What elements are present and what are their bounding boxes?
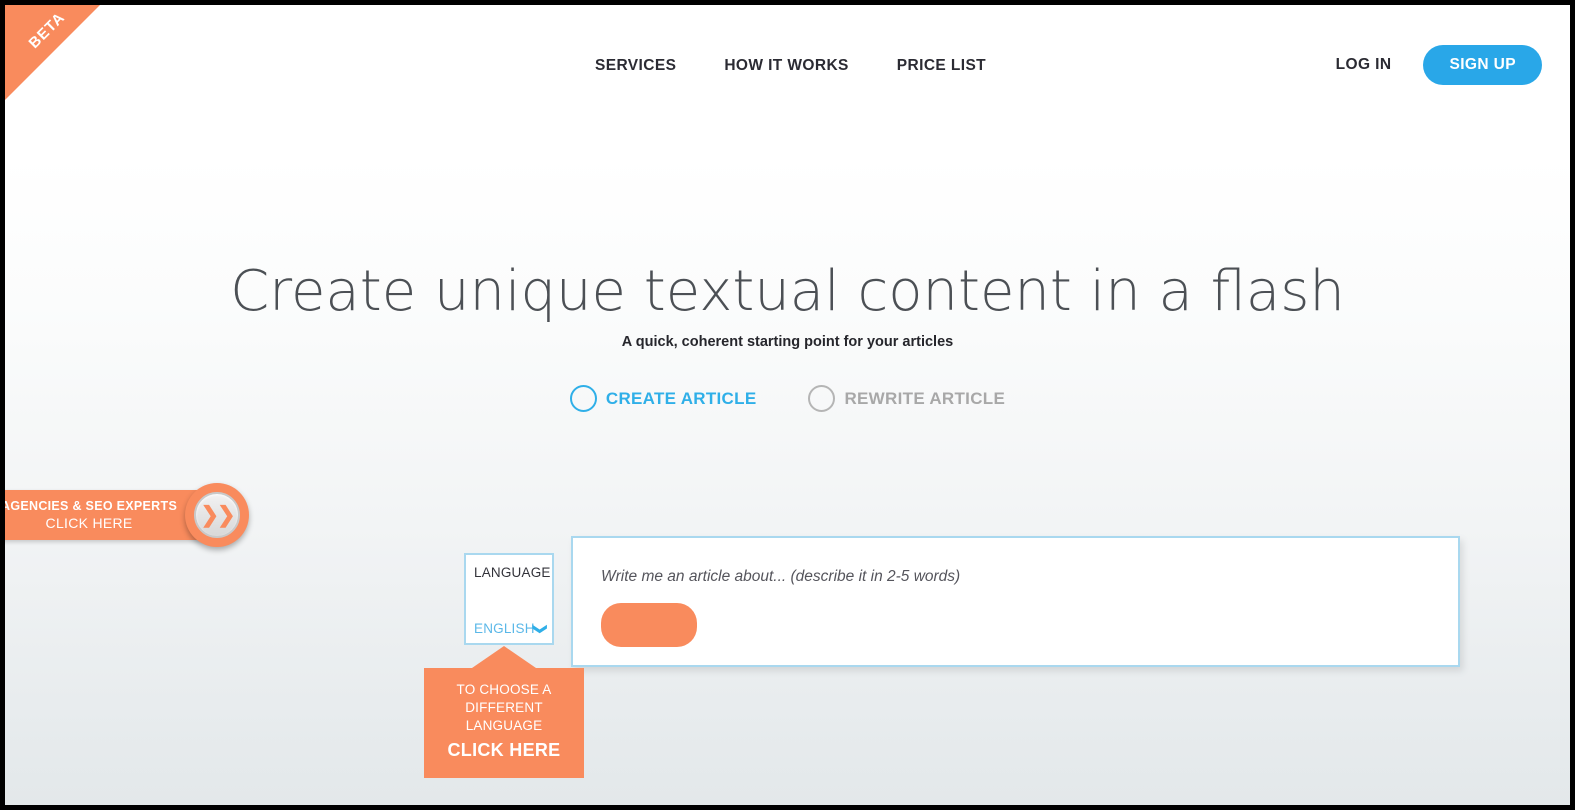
language-tooltip-line1: TO CHOOSE A [456,682,552,697]
language-dropdown[interactable]: ENGLISH ❯ [474,621,549,636]
site-header: SERVICES HOW IT WORKS PRICE LIST LOG IN … [5,5,1570,115]
page-title: Create unique textual content in a flash [230,259,1345,324]
nav-link-how-it-works[interactable]: HOW IT WORKS [724,57,848,75]
beta-ribbon: BETA [5,5,100,100]
generate-article-button[interactable] [601,603,697,647]
mode-label-rewrite-article: REWRITE ARTICLE [844,388,1006,408]
mode-option-rewrite-article[interactable]: REWRITE ARTICLE [808,385,1005,412]
account-actions: LOG IN SIGN UP [1336,45,1542,85]
language-tooltip-line3: CLICK HERE [447,739,561,760]
language-tooltip: TO CHOOSE A DIFFERENT LANGUAGE CLICK HER… [424,646,584,778]
page-root: BETA SERVICES HOW IT WORKS PRICE LIST LO… [0,0,1575,810]
mode-label-create-article: CREATE ARTICLE [605,388,757,408]
hero-section: Create unique textual content in a flash… [5,259,1570,350]
language-value: ENGLISH [474,621,535,636]
article-topic-input[interactable] [601,568,1421,586]
radio-create-article[interactable] [569,385,597,412]
mode-option-create-article[interactable]: CREATE ARTICLE [569,385,757,412]
double-chevron-right-icon: ❯❯ [200,502,236,527]
agencies-promo-button[interactable]: ❯❯ [185,483,250,547]
radio-rewrite-article[interactable] [808,385,836,412]
agencies-promo-badge[interactable]: AGENCIES & SEO EXPERTS CLICK HERE ❯❯ [1,483,250,547]
signup-button[interactable]: SIGN UP [1423,45,1542,85]
nav-link-price-list[interactable]: PRICE LIST [897,57,986,75]
mode-selector: CREATE ARTICLE REWRITE ARTICLE [5,385,1570,412]
page-subtitle: A quick, coherent starting point for you… [621,333,954,350]
language-label: LANGUAGE [474,565,551,580]
main-navigation: SERVICES HOW IT WORKS PRICE LIST [595,57,986,75]
agencies-promo-bar[interactable]: AGENCIES & SEO EXPERTS CLICK HERE [1,490,208,540]
tooltip-arrow-icon [472,646,536,668]
login-link[interactable]: LOG IN [1336,56,1392,74]
article-input-panel [571,536,1460,667]
agencies-promo-button-inner: ❯❯ [194,492,241,538]
nav-link-services[interactable]: SERVICES [595,57,676,75]
language-tooltip-line2: DIFFERENT LANGUAGE [465,700,543,734]
agencies-promo-line1: AGENCIES & SEO EXPERTS [1,499,178,513]
chevron-down-icon: ❯ [532,622,549,635]
agencies-promo-line2: CLICK HERE [45,515,133,531]
language-selector[interactable]: LANGUAGE ENGLISH ❯ [464,553,554,645]
